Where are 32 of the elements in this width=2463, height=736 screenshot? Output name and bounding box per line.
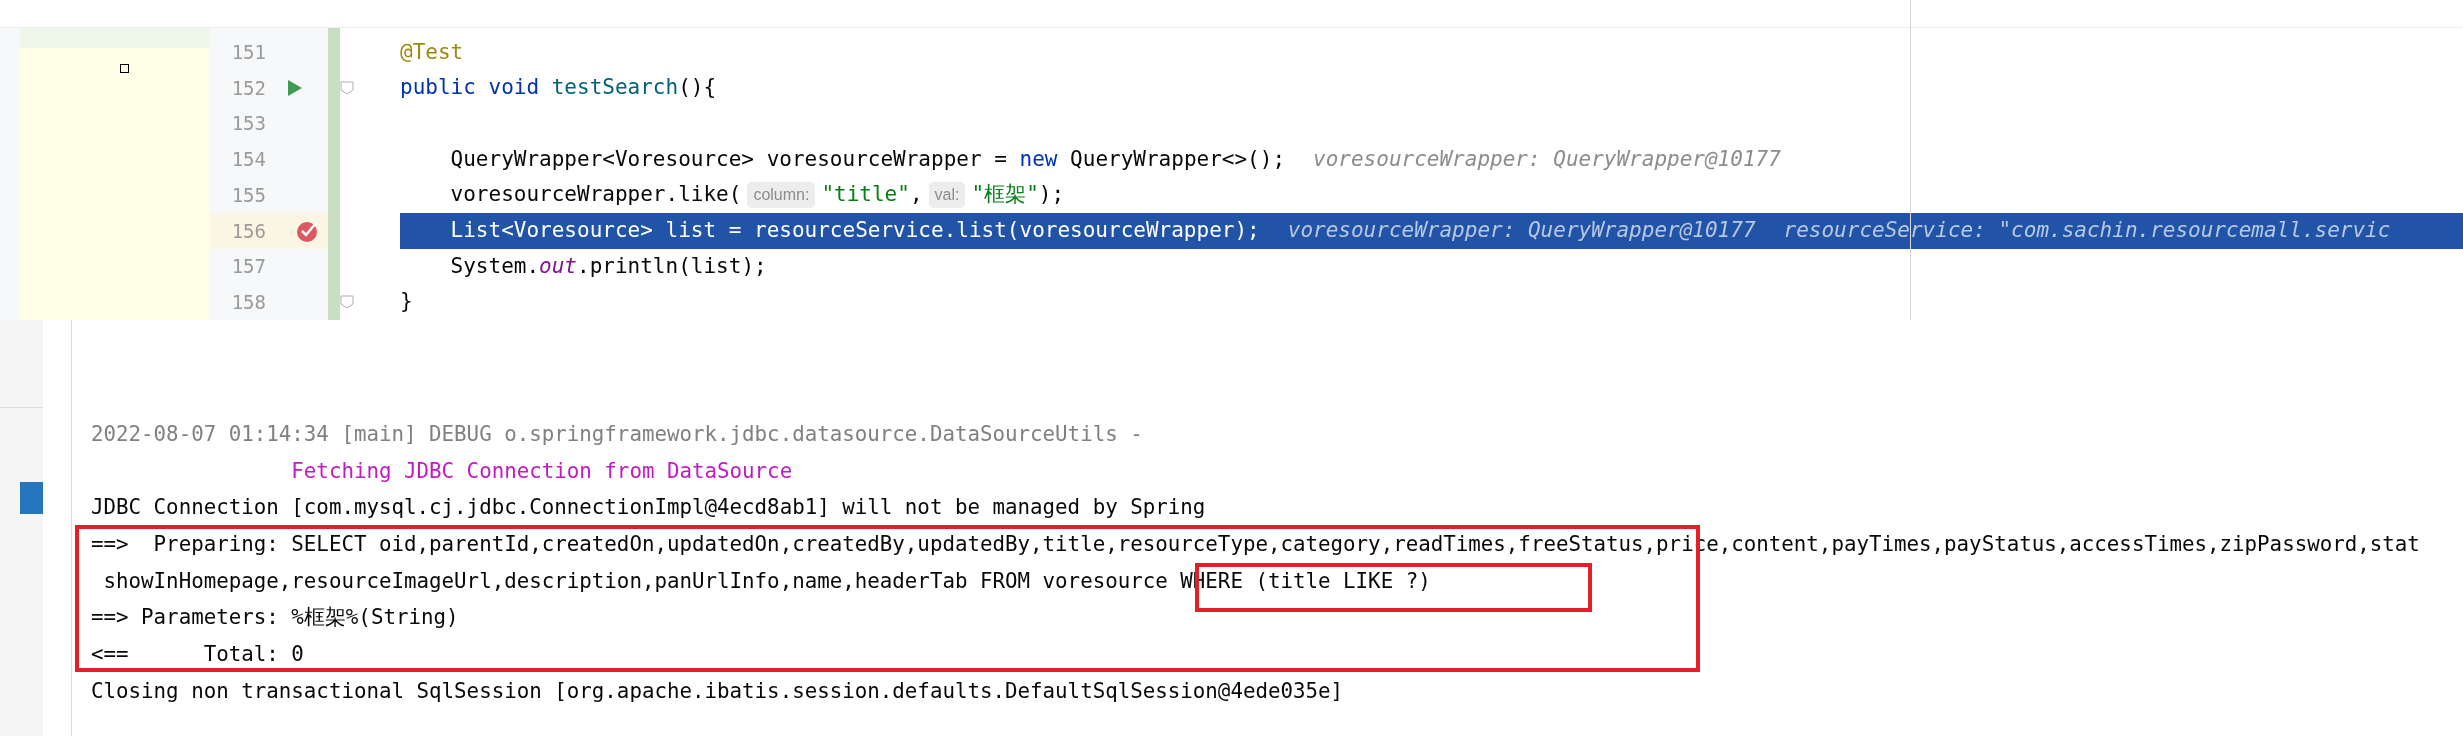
line-number: 156: [230, 218, 266, 244]
line-number: 151: [230, 40, 266, 66]
console-line: <== Total: 0: [91, 641, 304, 669]
console-line: ==> Parameters: %框架%(String): [91, 604, 459, 632]
fold-marker-icon[interactable]: [340, 81, 354, 96]
code-text: }: [400, 288, 413, 316]
console-line: 2022-08-07 01:14:34 [main] DEBUG o.springframework.jdbc.datasource.DataSourceUtils -: [91, 421, 1143, 448]
inlay-hint: column:: [747, 182, 816, 209]
square-icon: [120, 63, 129, 73]
console-line: Closing non transactional SqlSession [org.apache.ibatis.session.defaults.DefaultSqlSession@4ede035e]: [91, 677, 1344, 705]
code-text: @Test: [400, 38, 464, 66]
code-text: List<Voresource> list = resourceService.list(voresourceWrapper);: [449, 217, 1260, 245]
line-number: 157: [230, 254, 266, 280]
code-text: "框架");: [971, 181, 1065, 209]
code-text: "title",: [821, 181, 923, 209]
fold-marker-icon[interactable]: [340, 295, 354, 310]
console-line: JDBC Connection [com.mysql.cj.jdbc.ConnectionImpl@4ecd8ab1] will not be managed by Spring: [91, 494, 1206, 522]
code-text: voresourceWrapper.like(: [449, 181, 742, 209]
debug-value: voresourceWrapper: QueryWrapper@10177: [1313, 145, 1781, 173]
line-number: 158: [230, 289, 266, 315]
line-number: 155: [230, 182, 266, 208]
run-icon[interactable]: [288, 80, 302, 97]
code-text: QueryWrapper<Voresource> voresourceWrapper = new QueryWrapper<>();: [449, 145, 1286, 173]
debug-value: voresourceWrapper: QueryWrapper@10177: [1287, 217, 1756, 245]
inlay-hint: val:: [928, 182, 966, 209]
line-number: 153: [230, 111, 266, 137]
code-text: public void testSearch(){: [400, 74, 717, 102]
console-line: Fetching JDBC Connection from DataSource: [290, 457, 793, 485]
code-text: System.out.println(list);: [449, 252, 767, 280]
selected-tab-marker[interactable]: [20, 482, 43, 514]
line-number: 154: [230, 147, 266, 173]
line-number: 152: [230, 75, 266, 101]
